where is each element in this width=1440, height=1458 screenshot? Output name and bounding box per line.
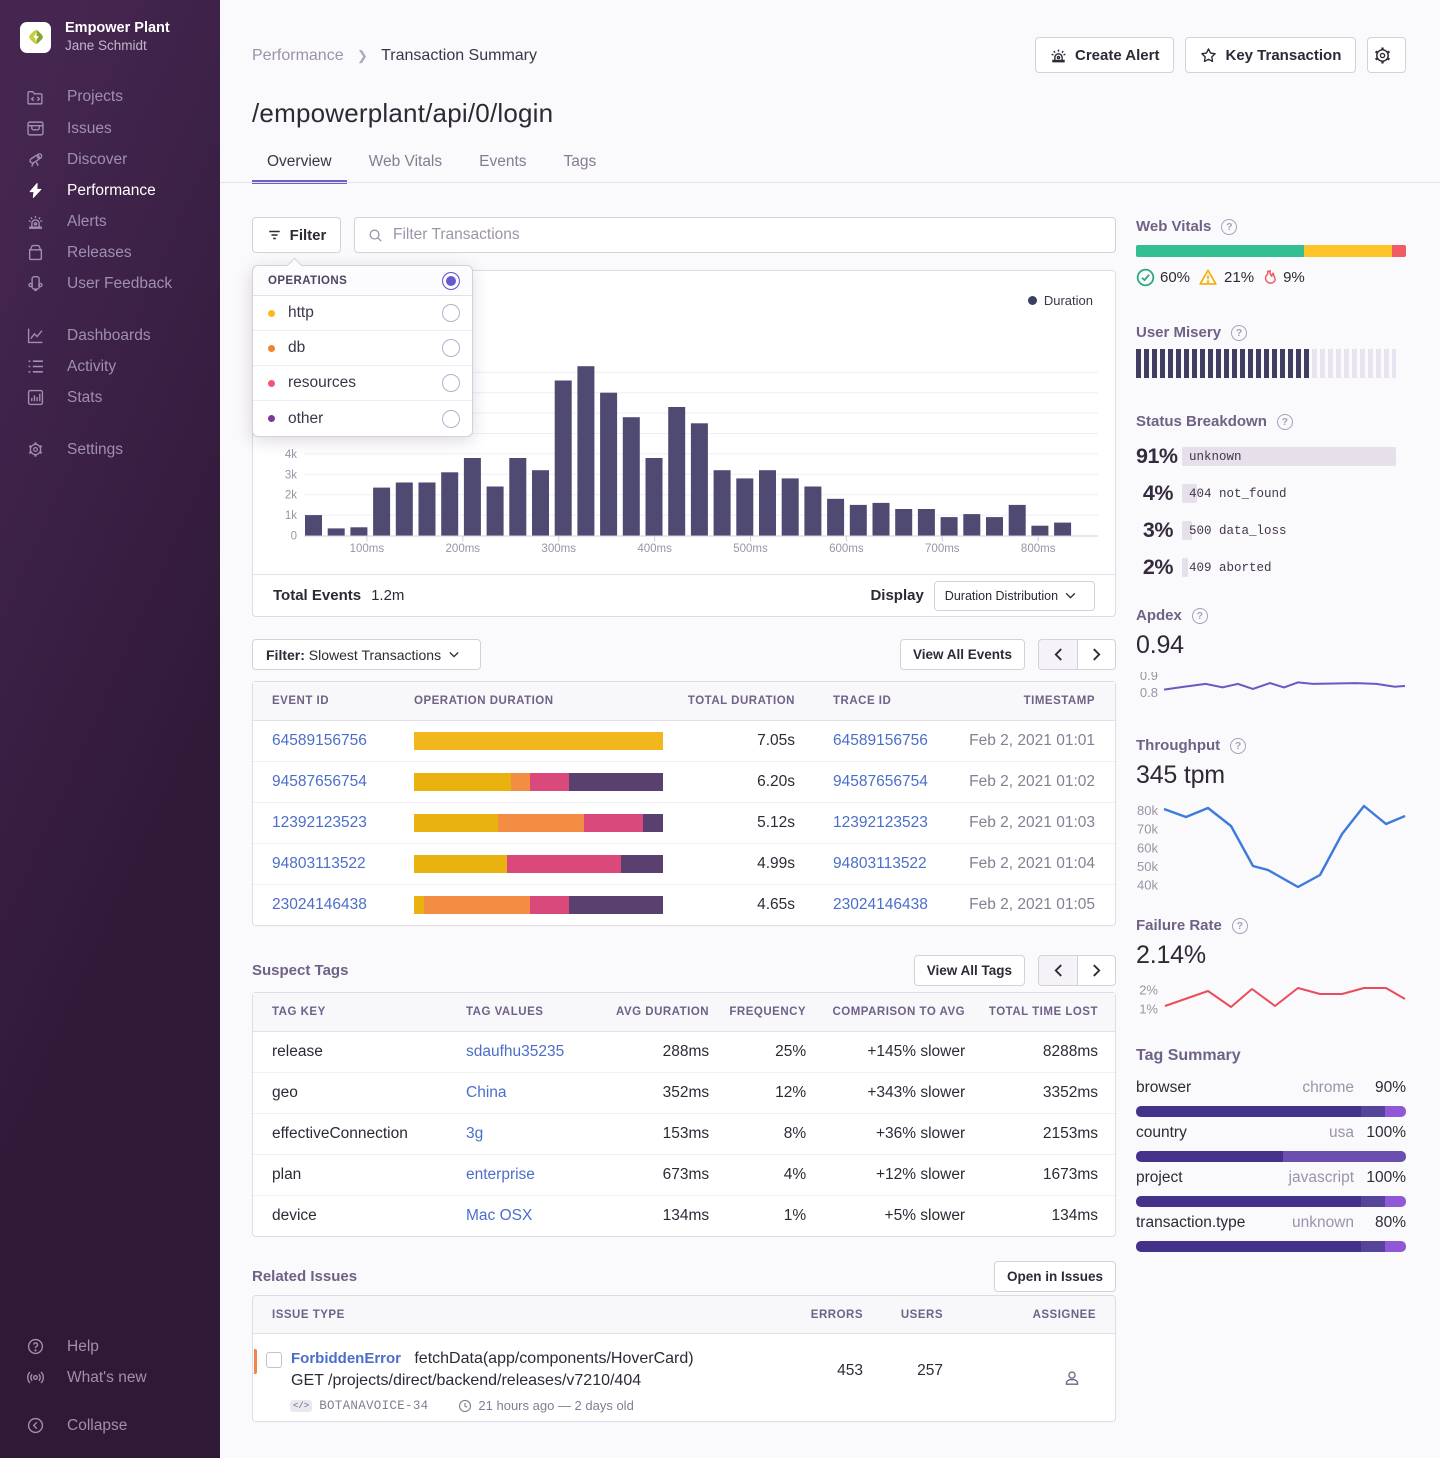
svg-text:700ms: 700ms bbox=[925, 543, 960, 555]
svg-text:2%: 2% bbox=[1139, 983, 1158, 998]
svg-text:3k: 3k bbox=[285, 469, 297, 481]
svg-text:1k: 1k bbox=[285, 510, 297, 522]
svg-text:0.8: 0.8 bbox=[1140, 685, 1158, 700]
svg-text:50k: 50k bbox=[1137, 859, 1158, 874]
svg-text:4k: 4k bbox=[285, 449, 297, 461]
svg-text:1%: 1% bbox=[1139, 1002, 1158, 1017]
svg-text:300ms: 300ms bbox=[541, 543, 576, 555]
svg-text:400ms: 400ms bbox=[637, 543, 672, 555]
svg-text:40k: 40k bbox=[1137, 878, 1158, 893]
svg-text:0: 0 bbox=[291, 531, 297, 543]
svg-text:200ms: 200ms bbox=[446, 543, 481, 555]
svg-text:100ms: 100ms bbox=[350, 543, 385, 555]
svg-text:0.9: 0.9 bbox=[1140, 672, 1158, 683]
svg-text:60k: 60k bbox=[1137, 840, 1158, 855]
svg-text:500ms: 500ms bbox=[733, 543, 768, 555]
svg-text:70k: 70k bbox=[1137, 822, 1158, 837]
svg-text:600ms: 600ms bbox=[829, 543, 864, 555]
svg-text:80k: 80k bbox=[1137, 803, 1158, 818]
svg-text:2k: 2k bbox=[285, 490, 297, 502]
svg-text:800ms: 800ms bbox=[1021, 543, 1056, 555]
